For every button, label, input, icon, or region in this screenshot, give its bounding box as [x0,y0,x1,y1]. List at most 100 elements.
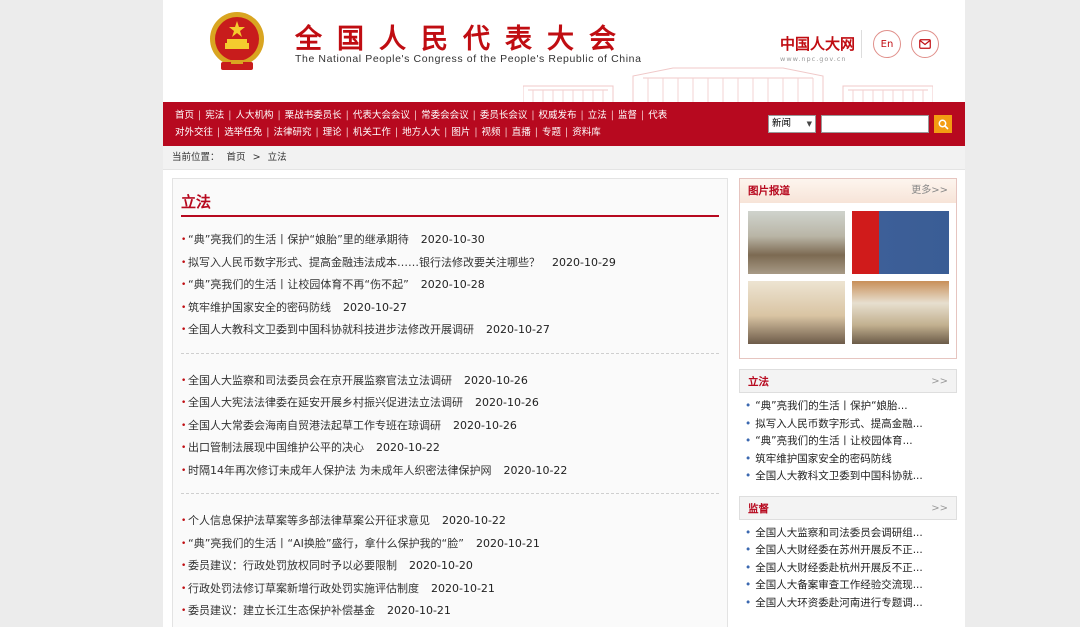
sidebar-item-title[interactable]: 筑牢维护国家安全的密码防线 [755,453,892,465]
news-item[interactable]: • 委员建议：建立长江生态保护补偿基金 2020-10-21 [181,600,719,623]
english-button[interactable]: En [873,30,901,58]
news-item[interactable]: • “典”亮我们的生活丨“AI换脸”盛行，拿什么保护我的“脸” 2020-10-21 [181,533,719,556]
sidebar-list-item[interactable]: • 拟写入人民币数字形式、提高金融... [745,416,957,434]
news-title[interactable]: 全国人大教科文卫委到中国科协就科技进步法修改开展调研 [188,323,474,336]
nav-separator: | [228,110,232,121]
nav-item[interactable]: 常委会会议 [421,110,469,121]
nav-item[interactable]: 人大机构 [235,110,273,121]
sidebar-item-title[interactable]: “典”亮我们的生活丨保护“娘胎... [755,400,907,412]
news-item[interactable]: • 全国人大教科文卫委到中国科协就科技进步法修改开展调研 2020-10-27 [181,319,719,342]
search-category-select[interactable]: 新闻 ▼ [768,115,816,133]
nav-item[interactable]: 直播 [512,127,531,138]
news-title[interactable]: 出口管制法展现中国维护公平的决心 [188,441,364,454]
news-item[interactable]: • 全国人大常委会海南自贸港法起草工作专班在琼调研 2020-10-26 [181,415,719,438]
news-item[interactable]: • 筑牢维护国家安全的密码防线 2020-10-27 [181,297,719,320]
nav-item[interactable]: 地方人大 [402,127,440,138]
photo-thumbnail-meeting[interactable] [748,211,845,274]
sidebar-item-title[interactable]: 全国人大监察和司法委员会调研组... [755,527,923,539]
sidebar-item-title[interactable]: 全国人大财经委赴杭州开展反不正... [755,562,923,574]
search-input[interactable] [821,115,929,133]
nav-separator: | [394,127,399,138]
nav-item[interactable]: 立法 [588,110,607,121]
photo-thumbnail-hall[interactable] [852,281,949,344]
bullet-icon: • [181,443,187,453]
sidebar-list-item[interactable]: • “典”亮我们的生活丨保护“娘胎... [745,398,957,416]
breadcrumb-home-link[interactable]: 首页 [227,152,246,163]
nav-item[interactable]: 专题 [542,127,561,138]
news-date: 2020-10-21 [387,604,451,617]
news-title[interactable]: “典”亮我们的生活丨保护“娘胎”里的继承期待 [188,233,409,246]
news-item[interactable]: • 时隔14年再次修订未成年人保护法 为未成年人织密法律保护网 2020-10-22 [181,460,719,483]
nav-item[interactable]: 首页 [175,110,194,121]
supervision-more-link[interactable]: >> [931,497,948,519]
photo-thumbnail-video-conference[interactable] [852,211,949,274]
sidebar-list-item[interactable]: • 全国人大环资委赴河南进行专题调... [745,595,957,613]
news-title[interactable]: 全国人大常委会海南自贸港法起草工作专班在琼调研 [188,419,441,432]
npc-site-logo[interactable]: 中国人大网 www.npc.gov.cn [780,33,855,63]
news-item[interactable]: • 出口管制法展现中国维护公平的决心 2020-10-22 [181,437,719,460]
sidebar-item-title[interactable]: 拟写入人民币数字形式、提高金融... [755,418,923,430]
sidebar-item-title[interactable]: 全国人大备案审查工作经验交流现... [755,579,923,591]
nav-item[interactable]: 机关工作 [353,127,391,138]
news-title[interactable]: 全国人大宪法法律委在延安开展乡村振兴促进法立法调研 [188,396,463,409]
news-title[interactable]: 全国人大监察和司法委员会在京开展监察官法立法调研 [188,374,452,387]
nav-item[interactable]: 选举任免 [224,127,262,138]
bullet-icon: • [181,398,187,408]
sidebar-list-item[interactable]: • 全国人大备案审查工作经验交流现... [745,577,957,595]
news-title[interactable]: 行政处罚法修订草案新增行政处罚实施评估制度 [188,582,419,595]
news-title[interactable]: “典”亮我们的生活丨“AI换脸”盛行，拿什么保护我的“脸” [188,537,464,550]
nav-separator: | [534,127,538,138]
news-title[interactable]: 筑牢维护国家安全的密码防线 [188,301,331,314]
nav-item[interactable]: 资料库 [572,127,601,138]
breadcrumb-current[interactable]: 立法 [268,152,287,163]
news-item[interactable]: • 行政处罚法修订草案新增行政处罚实施评估制度 2020-10-21 [181,578,719,601]
sidebar-item-title[interactable]: 全国人大环资委赴河南进行专题调... [755,597,923,609]
sidebar-item-title[interactable]: 全国人大教科文卫委到中国科协就... [755,470,923,482]
nav-item[interactable]: 代表 [648,110,667,121]
news-title[interactable]: 委员建议：行政处罚放权同时予以必要限制 [188,559,397,572]
news-item[interactable]: • 个人信息保护法草案等多部法律草案公开征求意见 2020-10-22 [181,510,719,533]
sidebar-list-item[interactable]: • 全国人大财经委在苏州开展反不正... [745,542,957,560]
photo-report-more-link[interactable]: 更多>> [911,179,948,203]
news-title[interactable]: “典”亮我们的生活丨让校园体育不再“伤不起” [188,278,409,291]
nav-item[interactable]: 宪法 [205,110,224,121]
nav-item[interactable]: 对外交往 [175,127,213,138]
nav-item[interactable]: 法律研究 [273,127,311,138]
sidebar-item-title[interactable]: “典”亮我们的生活丨让校园体育... [755,435,912,447]
sidebar-list-item[interactable]: • “典”亮我们的生活丨让校园体育... [745,433,957,451]
news-title[interactable]: 个人信息保护法草案等多部法律草案公开征求意见 [188,514,430,527]
sidebar-list-item[interactable]: • 全国人大财经委赴杭州开展反不正... [745,560,957,578]
nav-item[interactable]: 委员长会议 [480,110,528,121]
mail-button[interactable] [911,30,939,58]
nav-item[interactable]: 理论 [323,127,342,138]
news-title[interactable]: 拟写入人民币数字形式、提高金融违法成本……银行法修改要关注哪些？ [188,256,540,269]
nav-item[interactable]: 代表大会会议 [353,110,410,121]
mail-icon [919,39,931,49]
news-title[interactable]: 时隔14年再次修订未成年人保护法 为未成年人织密法律保护网 [188,464,492,477]
news-date: 2020-10-22 [376,441,440,454]
legislation-more-link[interactable]: >> [931,370,948,392]
nav-item[interactable]: 视频 [482,127,501,138]
nav-item[interactable]: 监督 [618,110,637,121]
news-item[interactable]: • 委员建议：行政处罚放权同时予以必要限制 2020-10-20 [181,555,719,578]
nav-separator: | [345,110,349,121]
news-title[interactable]: 委员建议：建立长江生态保护补偿基金 [188,604,375,617]
page-title: 立法 [181,193,212,211]
bullet-icon: • [181,375,187,386]
photo-grid [740,203,956,344]
search-button[interactable] [934,115,952,133]
nav-item[interactable]: 栗战书委员长 [285,110,342,121]
news-date: 2020-10-22 [503,463,568,477]
photo-thumbnail-speaker[interactable] [748,281,845,344]
nav-item[interactable]: 图片 [451,127,470,138]
sidebar-item-title[interactable]: 全国人大财经委在苏州开展反不正... [755,544,923,556]
nav-item[interactable]: 权威发布 [539,110,577,121]
news-item[interactable]: • 全国人大宪法法律委在延安开展乡村振兴促进法立法调研 2020-10-26 [181,392,719,415]
news-item[interactable]: • “典”亮我们的生活丨让校园体育不再“伤不起” 2020-10-28 [181,274,719,297]
sidebar-list-item[interactable]: • 筑牢维护国家安全的密码防线 [745,451,957,469]
news-item[interactable]: • 拟写入人民币数字形式、提高金融违法成本……银行法修改要关注哪些？ 2020-10… [181,252,719,275]
news-item[interactable]: • “典”亮我们的生活丨保护“娘胎”里的继承期待 2020-10-30 [181,229,719,252]
sidebar-list-item[interactable]: • 全国人大教科文卫委到中国科协就... [745,468,957,486]
sidebar-list-item[interactable]: • 全国人大监察和司法委员会调研组... [745,525,957,543]
news-item[interactable]: • 全国人大监察和司法委员会在京开展监察官法立法调研 2020-10-26 [181,370,719,393]
